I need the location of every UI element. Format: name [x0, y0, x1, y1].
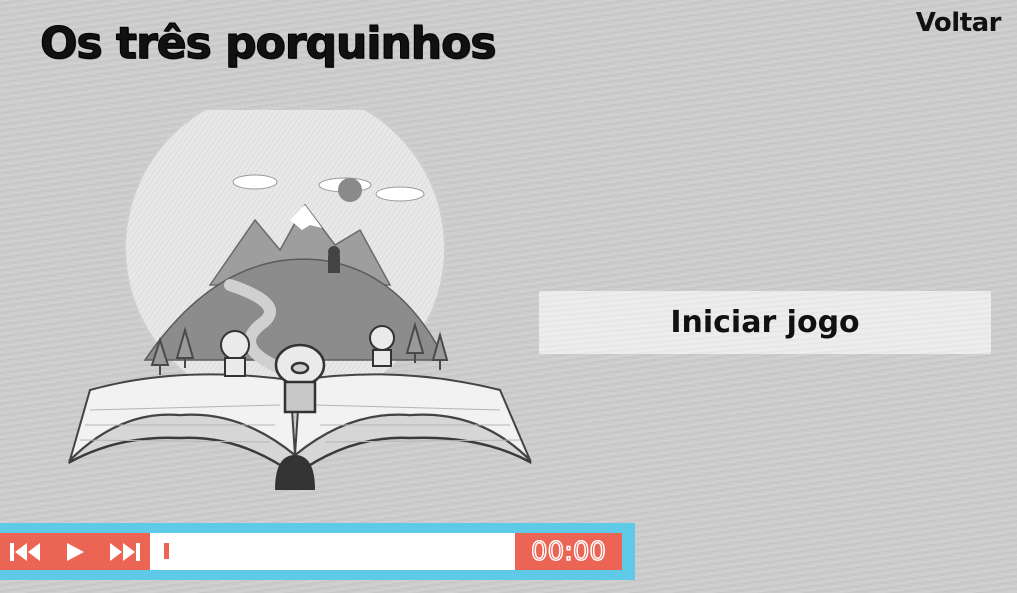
player-controls: [0, 533, 150, 570]
wolf: [328, 246, 340, 273]
back-button[interactable]: Voltar: [916, 8, 1002, 38]
pig-right: [369, 325, 395, 367]
progress-track[interactable]: [150, 533, 515, 570]
skip-back-icon[interactable]: [6, 538, 46, 566]
page-title: Os três porquinhos: [39, 18, 496, 70]
time-display: 00:00: [515, 533, 622, 570]
sun: [338, 178, 362, 202]
play-icon[interactable]: [55, 538, 95, 566]
start-game-button[interactable]: Iniciar jogo: [539, 291, 991, 354]
audio-player: 00:00: [0, 523, 635, 580]
progress-handle[interactable]: [164, 543, 169, 559]
storybook-illustration: [67, 110, 532, 490]
pig-left: [220, 330, 250, 377]
skip-forward-icon[interactable]: [104, 538, 144, 566]
